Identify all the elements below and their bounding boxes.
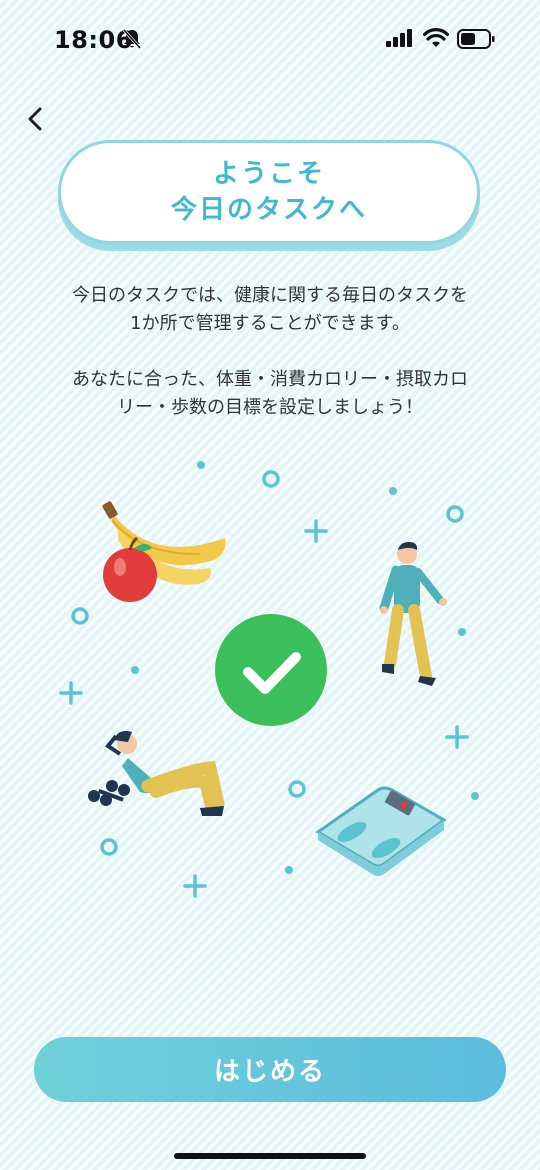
description-line: 今日のタスクでは、健康に関する毎日のタスクを [72,285,468,306]
welcome-banner: ようこそ 今日のタスクへ [58,140,480,244]
description-line: あなたに合った、体重・消費カロリー・摂取カロ [72,369,468,390]
home-indicator [174,1153,366,1159]
bell-off-icon [122,28,142,54]
fruit-icon [102,501,226,602]
checkmark-icon [215,614,327,726]
exercise-woman-icon [105,731,225,816]
dumbbell-icon [88,780,130,806]
walking-person-icon [379,542,447,686]
status-bar: 18:06 [0,0,540,80]
description-text: 今日のタスクでは、健康に関する毎日のタスクを 1か所で管理することができます。 … [30,282,510,422]
description-line: 1か所で管理することができます。 [130,313,410,334]
start-button[interactable]: はじめる [34,1037,506,1102]
chevron-left-icon [28,107,42,131]
wifi-icon [422,28,450,52]
cellular-signal-icon [386,29,414,51]
back-button[interactable] [20,104,50,134]
welcome-title-line2: 今日のタスクへ [170,195,367,225]
battery-icon [457,29,495,53]
welcome-title-line1: ようこそ [212,159,325,189]
description-line: リー・歩数の目標を設定しましょう！ [117,397,423,418]
health-illustration [59,461,479,898]
scale-icon [315,786,447,876]
